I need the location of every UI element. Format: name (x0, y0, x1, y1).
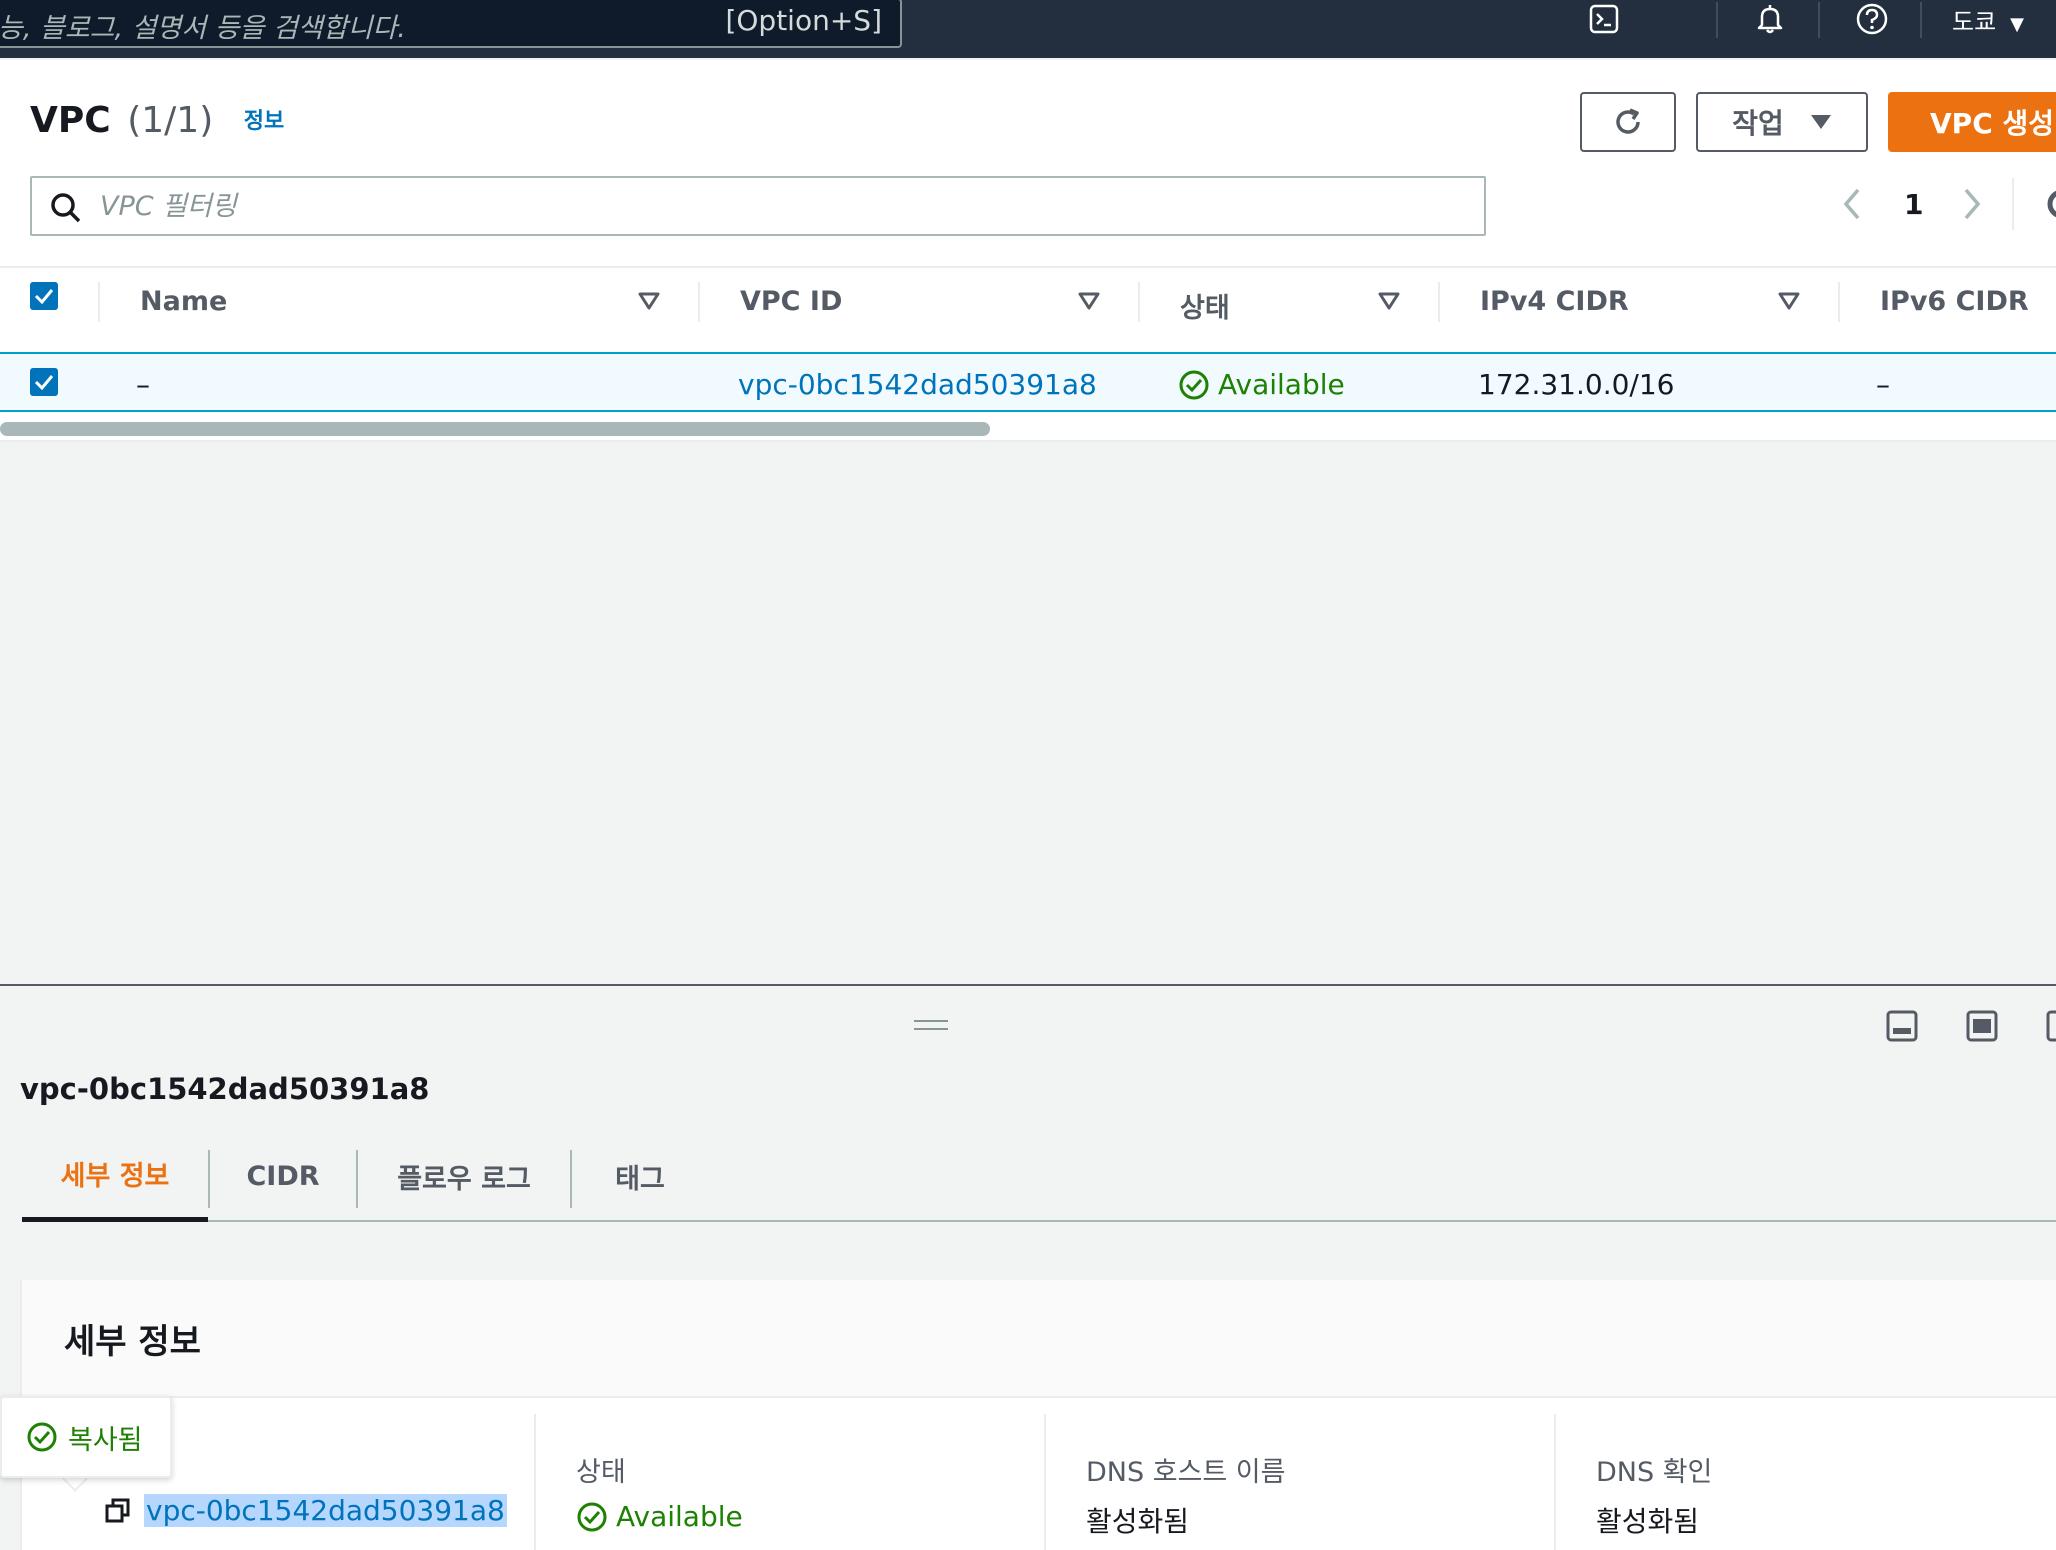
sort-icon[interactable] (1078, 292, 1100, 310)
column-divider (1138, 282, 1140, 322)
chevron-right-icon[interactable] (1958, 184, 1986, 224)
select-all-checkbox[interactable] (30, 282, 58, 310)
status-success-icon (1179, 370, 1209, 399)
vpc-table-panel: VPC (1/1) 정보 작업 VPC 생성 1 Name VPC ID (0, 60, 2056, 442)
copied-text: 복사됨 (68, 1424, 143, 1456)
create-vpc-button[interactable]: VPC 생성 (1888, 92, 2056, 152)
status-text: Available (1218, 368, 1345, 401)
status-value: Available (576, 1500, 743, 1533)
column-header-status[interactable]: 상태 (1180, 286, 1230, 325)
panel-position-bottom-icon[interactable] (1886, 1010, 1918, 1042)
split-panel-title: vpc-0bc1542dad50391a8 (20, 1072, 430, 1106)
cell-name: – (136, 368, 150, 401)
page-number[interactable]: 1 (1904, 188, 1923, 221)
nav-divider (1920, 2, 1922, 38)
column-header-ipv6-cidr[interactable]: IPv6 CIDR (1880, 286, 2029, 317)
dns-hostnames-label: DNS 호스트 이름 (1086, 1457, 1286, 1488)
copy-icon[interactable] (104, 1497, 132, 1525)
details-heading: 세부 정보 (64, 1322, 201, 1362)
bell-icon[interactable] (1744, 0, 1796, 38)
status-success-icon (577, 1502, 607, 1531)
actions-button[interactable]: 작업 (1696, 92, 1868, 152)
detail-tabs: 세부 정보 CIDR 플로우 로그 태그 (22, 1130, 2056, 1222)
split-panel: vpc-0bc1542dad50391a8 세부 정보 CIDR 플로우 로그 … (0, 984, 2056, 1550)
page-title: VPC (1/1) 정보 (30, 100, 284, 141)
column-divider (1838, 282, 1840, 322)
caret-down-icon (1810, 115, 1831, 129)
vpc-filter-input[interactable] (100, 186, 1460, 226)
chevron-left-icon[interactable] (1838, 184, 1866, 224)
tab-tags[interactable]: 태그 (572, 1130, 708, 1222)
row-checkbox[interactable] (30, 368, 58, 396)
horizontal-scrollbar[interactable] (0, 422, 990, 436)
tab-cidr[interactable]: CIDR (210, 1130, 356, 1222)
gear-icon[interactable] (2044, 186, 2056, 222)
region-selector[interactable]: 도쿄 ▼ (1952, 2, 2024, 37)
sort-icon[interactable] (1778, 292, 1800, 310)
region-label: 도쿄 (1952, 8, 1997, 36)
table-header: Name VPC ID 상태 IPv4 CIDR IPv6 CIDR (0, 266, 2056, 326)
cloudshell-icon[interactable] (1578, 0, 1630, 38)
drag-handle-icon[interactable] (914, 1020, 948, 1030)
status-label: 상태 (576, 1457, 626, 1488)
column-divider (98, 282, 100, 322)
cell-ipv6-cidr: – (1876, 368, 1890, 401)
cell-ipv4-cidr: 172.31.0.0/16 (1478, 368, 1675, 401)
pager-divider (2012, 178, 2014, 230)
help-icon[interactable] (1846, 0, 1898, 38)
tab-details[interactable]: 세부 정보 (22, 1130, 208, 1222)
dns-resolution-label: DNS 확인 (1596, 1457, 1713, 1488)
caret-down-icon: ▼ (2010, 14, 2025, 35)
dns-resolution-value: 활성화됨 (1596, 1505, 1700, 1538)
details-header: 세부 정보 (22, 1280, 2056, 1398)
create-vpc-label: VPC 생성 (1930, 107, 2055, 140)
field-divider (1044, 1414, 1046, 1550)
global-search-input[interactable]: 능, 블로그, 설명서 등을 검색합니다. [Option+S] (0, 0, 902, 48)
field-divider (534, 1414, 536, 1550)
sort-icon[interactable] (638, 292, 660, 310)
refresh-button[interactable] (1580, 92, 1676, 152)
refresh-icon (1616, 108, 1640, 134)
vpc-count: (1/1) (127, 100, 214, 141)
copied-popover: 복사됨 (0, 1396, 172, 1478)
check-icon (34, 375, 54, 390)
panel-title-text: VPC (30, 100, 111, 141)
sort-icon[interactable] (1378, 292, 1400, 310)
dns-hostnames-value: 활성화됨 (1086, 1505, 1190, 1538)
info-link[interactable]: 정보 (244, 109, 284, 134)
column-divider (698, 282, 700, 322)
global-search-placeholder: 능, 블로그, 설명서 등을 검색합니다. (0, 13, 406, 44)
actions-label: 작업 (1732, 107, 1784, 140)
nav-divider (1716, 2, 1718, 38)
details-container: 세부 정보 vpc-0bc1542dad50391a8 상태 Available… (20, 1280, 2056, 1550)
column-header-ipv4-cidr[interactable]: IPv4 CIDR (1480, 286, 1629, 317)
panel-position-side-icon[interactable] (1966, 1010, 1998, 1042)
top-navigation: 능, 블로그, 설명서 등을 검색합니다. [Option+S] 도쿄 ▼ (0, 0, 2056, 58)
column-header-vpc-id[interactable]: VPC ID (740, 286, 842, 317)
vpc-id-value[interactable]: vpc-0bc1542dad50391a8 (144, 1494, 507, 1527)
panel-position-hide-icon[interactable] (2046, 1010, 2056, 1042)
tab-flow-logs[interactable]: 플로우 로그 (358, 1130, 570, 1222)
vpc-filter[interactable] (30, 176, 1486, 236)
status-success-icon (27, 1422, 57, 1452)
search-shortcut-hint: [Option+S] (725, 4, 882, 37)
column-header-name[interactable]: Name (140, 286, 227, 317)
field-divider (1554, 1414, 1556, 1550)
cell-vpc-id-link[interactable]: vpc-0bc1542dad50391a8 (738, 368, 1097, 401)
status-value-text: Available (616, 1500, 743, 1533)
check-icon (34, 289, 54, 304)
column-divider (1438, 282, 1440, 322)
table-row[interactable]: – vpc-0bc1542dad50391a8 Available 172.31… (0, 352, 2056, 412)
search-icon (51, 193, 81, 223)
cell-status: Available (1178, 368, 1345, 401)
nav-divider (1818, 2, 1820, 38)
vpc-id-copy[interactable]: vpc-0bc1542dad50391a8 (104, 1494, 507, 1527)
